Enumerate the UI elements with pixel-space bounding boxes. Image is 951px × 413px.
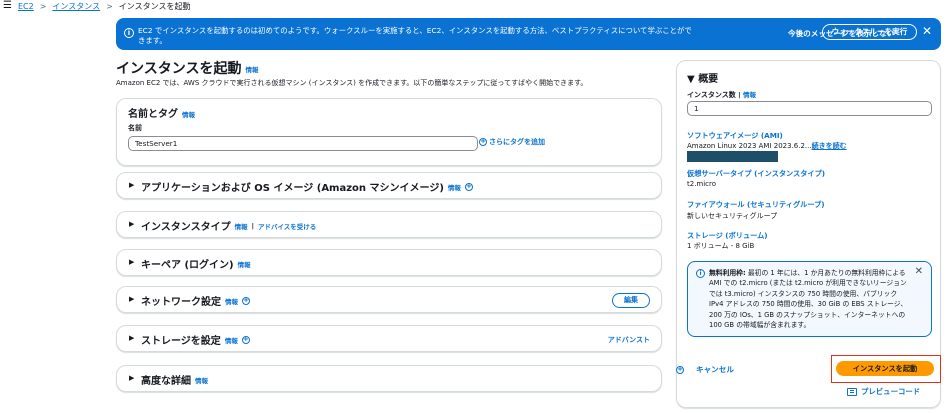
section-network-title: ネットワーク設定: [141, 297, 221, 308]
section-ami[interactable]: ▶ アプリケーションおよび OS イメージ (Amazon マシンイメージ) 情…: [116, 172, 662, 199]
divider: |: [738, 91, 741, 99]
section-storage-title: ストレージを設定: [141, 336, 221, 347]
close-icon[interactable]: ✕: [922, 25, 932, 37]
firewall-summary-link[interactable]: ファイアウォール (セキュリティグループ): [687, 200, 825, 210]
section-storage-info-link[interactable]: 情報: [225, 335, 238, 345]
page-title: インスタンスを起動 情報: [116, 58, 258, 78]
section-key-pair-info-link[interactable]: 情報: [238, 259, 251, 269]
breadcrumb-instances[interactable]: インスタンス: [52, 1, 100, 12]
first-time-banner: i EC2 でインスタンスを起動するのは初めてのようです。ウォークスルーを実施す…: [116, 18, 941, 50]
redacted-block: [687, 151, 778, 162]
summary-title: 概要: [698, 74, 719, 85]
free-tier-title: 無料利用枠:: [709, 269, 746, 277]
banner-message: EC2 でインスタンスを起動するのは初めてのようです。ウォークスルーを実施すると…: [138, 26, 692, 45]
section-instance-type-title: インスタンスタイプ: [141, 222, 231, 233]
section-key-pair-title: キーペア (ログイン): [141, 260, 234, 271]
instance-type-value: t2.micro: [687, 180, 717, 188]
code-icon: [847, 387, 857, 396]
firewall-value: 新しいセキュリティグループ: [687, 212, 778, 220]
name-tags-heading: 名前とタグ 情報: [128, 105, 195, 120]
caret-right-icon: ▶: [129, 295, 135, 303]
plus-circle-icon[interactable]: +: [241, 335, 250, 344]
plus-circle-icon[interactable]: +: [464, 182, 473, 191]
divider: |: [251, 221, 254, 230]
section-ami-title: アプリケーションおよび OS イメージ (Amazon マシンイメージ): [141, 183, 444, 194]
instance-count-label: インスタンス数 | 情報: [687, 89, 756, 100]
edit-network-button[interactable]: 編集: [612, 293, 650, 308]
free-tier-body: 最初の 1 年には、1 か月あたりの無料利用枠による AMI での t2.mic…: [709, 269, 908, 330]
plus-circle-icon[interactable]: +: [242, 296, 250, 305]
page-description: Amazon EC2 では、AWS クラウドで実行される仮想マシン (インスタン…: [116, 79, 588, 87]
chevron-right-icon: >: [39, 1, 47, 11]
breadcrumb-ec2[interactable]: EC2: [18, 2, 34, 11]
caret-down-icon: ▼: [687, 74, 695, 85]
cancel-button[interactable]: + キャンセル: [676, 364, 734, 375]
section-network-info-link[interactable]: 情報: [225, 296, 238, 306]
name-tags-panel: 名前とタグ 情報 名前 TestServer1 + さらにタグを追加: [116, 98, 662, 166]
add-tags-link[interactable]: + さらにタグを追加: [479, 137, 545, 147]
launch-highlight-frame: インスタンスを起動: [831, 355, 941, 383]
instance-count-label-text: インスタンス数: [687, 91, 736, 99]
caret-right-icon: ▶: [129, 334, 135, 342]
free-tier-text: 無料利用枠: 最初の 1 年には、1 か月あたりの無料利用枠による AMI での…: [709, 268, 913, 330]
section-instance-type[interactable]: ▶ インスタンスタイプ 情報 | アドバイスを受ける: [116, 211, 662, 238]
section-advanced-info-link[interactable]: 情報: [195, 375, 208, 385]
section-storage[interactable]: ▶ ストレージを設定 情報 + アドバンスト: [116, 325, 662, 352]
launch-instance-button[interactable]: インスタンスを起動: [836, 361, 934, 376]
section-advanced-header: 高度な詳細 情報: [141, 372, 208, 387]
name-tags-title: 名前とタグ: [128, 109, 178, 120]
section-network[interactable]: ▶ ネットワーク設定 情報 + 編集: [116, 286, 662, 313]
section-network-header: ネットワーク設定 情報 +: [141, 293, 250, 308]
breadcrumb-current: インスタンスを起動: [118, 1, 191, 11]
section-storage-header: ストレージを設定 情報 +: [141, 332, 250, 347]
caret-right-icon: ▶: [129, 258, 135, 266]
summary-heading[interactable]: ▼ 概要: [687, 70, 718, 85]
info-icon: i: [696, 269, 705, 278]
run-walkthrough-button[interactable]: ウォークスルーを実行: [822, 24, 917, 40]
instance-type-summary-link[interactable]: 仮想サーバータイプ (インスタンスタイプ): [687, 169, 825, 179]
page-info-link[interactable]: 情報: [245, 66, 258, 74]
read-more-link[interactable]: 続きを読む: [812, 142, 847, 150]
close-icon[interactable]: ✕: [915, 266, 923, 277]
ami-summary-link[interactable]: ソフトウェアイメージ (AMI): [687, 131, 783, 141]
storage-value: 1 ボリューム - 8 GiB: [687, 242, 755, 250]
chevron-right-icon: >: [106, 1, 113, 11]
hamburger-icon[interactable]: ☰: [3, 1, 12, 11]
section-key-pair[interactable]: ▶ キーペア (ログイン) 情報: [116, 249, 662, 276]
name-input[interactable]: TestServer1: [128, 136, 478, 151]
cancel-label: キャンセル: [696, 365, 734, 374]
preview-code-label: プレビューコード: [861, 387, 921, 396]
plus-circle-icon: +: [676, 364, 684, 374]
section-ami-header: アプリケーションおよび OS イメージ (Amazon マシンイメージ) 情報 …: [141, 179, 473, 194]
add-tags-label: さらにタグを追加: [489, 138, 545, 146]
ami-name: Amazon Linux 2023 AMI 2023.6.2...: [687, 142, 812, 150]
instance-count-info-link[interactable]: 情報: [743, 91, 756, 99]
page-title-text: インスタンスを起動: [116, 61, 242, 77]
caret-right-icon: ▶: [129, 181, 135, 189]
section-ami-info-link[interactable]: 情報: [448, 182, 461, 192]
name-field-label: 名前: [128, 124, 142, 132]
caret-right-icon: ▶: [129, 220, 135, 228]
preview-code-button[interactable]: プレビューコード: [847, 386, 920, 397]
storage-summary-link[interactable]: ストレージ (ボリューム): [687, 231, 768, 241]
instance-count-input[interactable]: 1: [687, 101, 932, 116]
section-instance-type-info-link[interactable]: 情報: [235, 221, 248, 231]
section-instance-type-header: インスタンスタイプ 情報 | アドバイスを受ける: [141, 218, 316, 234]
name-tags-info-link[interactable]: 情報: [182, 111, 195, 119]
ami-summary-value: Amazon Linux 2023 AMI 2023.6.2...続きを読む: [687, 141, 847, 151]
section-advanced-details[interactable]: ▶ 高度な詳細 情報: [116, 365, 662, 392]
section-advanced-title: 高度な詳細: [141, 376, 191, 387]
info-icon: i: [124, 28, 134, 38]
breadcrumb: ☰ EC2 > インスタンス > インスタンスを起動: [0, 0, 951, 12]
get-advice-link[interactable]: アドバイスを受ける: [258, 221, 316, 231]
plus-circle-icon: +: [479, 137, 487, 146]
free-tier-alert: i 無料利用枠: 最初の 1 年には、1 か月あたりの無料利用枠による AMI …: [687, 261, 932, 337]
section-key-pair-header: キーペア (ログイン) 情報: [141, 256, 251, 271]
caret-right-icon: ▶: [129, 374, 135, 382]
advanced-storage-link[interactable]: アドバンスト: [608, 335, 650, 345]
